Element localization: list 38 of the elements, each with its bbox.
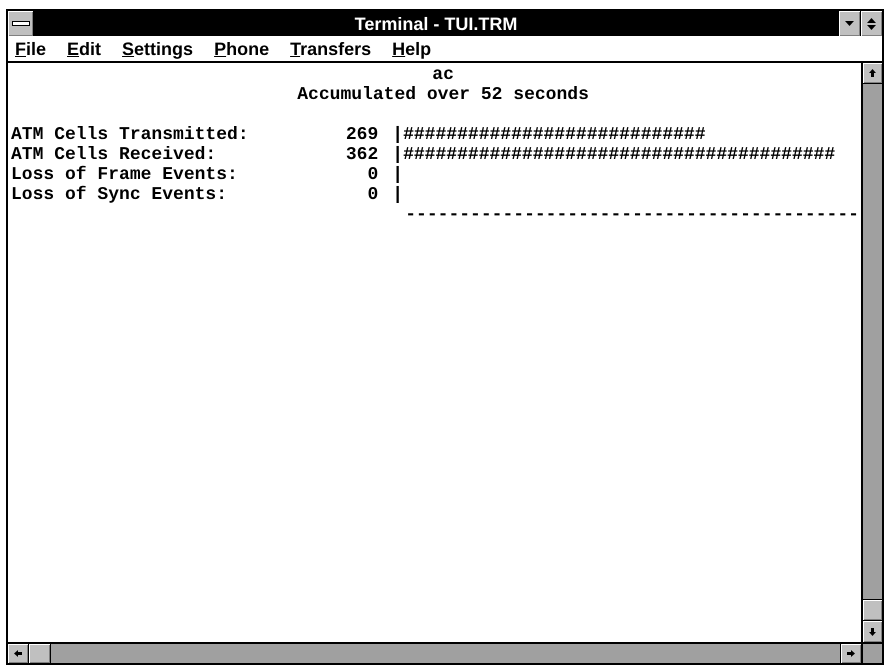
window-title: Terminal - TUI.TRM <box>354 12 518 34</box>
menu-item[interactable]: Transfers <box>286 38 376 60</box>
triangle-down-icon <box>845 21 854 26</box>
heading-line: ac <box>432 65 454 85</box>
menu-item[interactable]: Edit <box>63 38 106 60</box>
menu-item[interactable]: Help <box>388 38 436 60</box>
hash-mark-text: | <box>392 185 404 205</box>
counter-label: Loss of Sync Events: <box>11 185 228 205</box>
arrow-right-icon <box>847 650 855 657</box>
counter-label: ATM Cells Received: <box>11 145 216 165</box>
counter-value: 0 <box>367 165 378 185</box>
counter-label: Loss of Frame Events: <box>11 165 238 185</box>
menu-item[interactable]: Phone <box>210 38 274 60</box>
counter-value: 269 <box>346 125 378 145</box>
up-down-arrows-icon <box>867 18 876 30</box>
counter-label: ATM Cells Transmitted: <box>11 125 249 145</box>
heading-line: Accumulated over 52 seconds <box>297 85 589 105</box>
counter-value: 0 <box>367 185 378 205</box>
menu-item[interactable]: File <box>11 38 50 60</box>
system-menu-button[interactable] <box>8 11 34 36</box>
arrow-up-icon <box>869 69 876 77</box>
scrollbar-thumb[interactable] <box>863 599 882 621</box>
dash-text: ------------------------------------------ <box>405 205 859 225</box>
scroll-left-button[interactable] <box>8 644 29 663</box>
hash-mark-text: |############################ <box>392 125 706 145</box>
maximize-button[interactable] <box>860 11 882 36</box>
hash-mark-text: | <box>392 165 404 185</box>
dash-icon <box>12 21 30 26</box>
scroll-down-button[interactable] <box>863 621 882 642</box>
scroll-up-button[interactable] <box>863 63 882 84</box>
scrollbar-thumb[interactable] <box>29 644 51 663</box>
arrow-left-icon <box>14 650 22 657</box>
minimize-button[interactable] <box>838 11 860 36</box>
arrow-down-icon <box>869 628 876 636</box>
hash-mark-text: |######################################## <box>392 145 836 165</box>
menu-item[interactable]: Settings <box>118 38 198 60</box>
counter-value: 362 <box>346 145 378 165</box>
scroll-right-button[interactable] <box>840 644 861 663</box>
